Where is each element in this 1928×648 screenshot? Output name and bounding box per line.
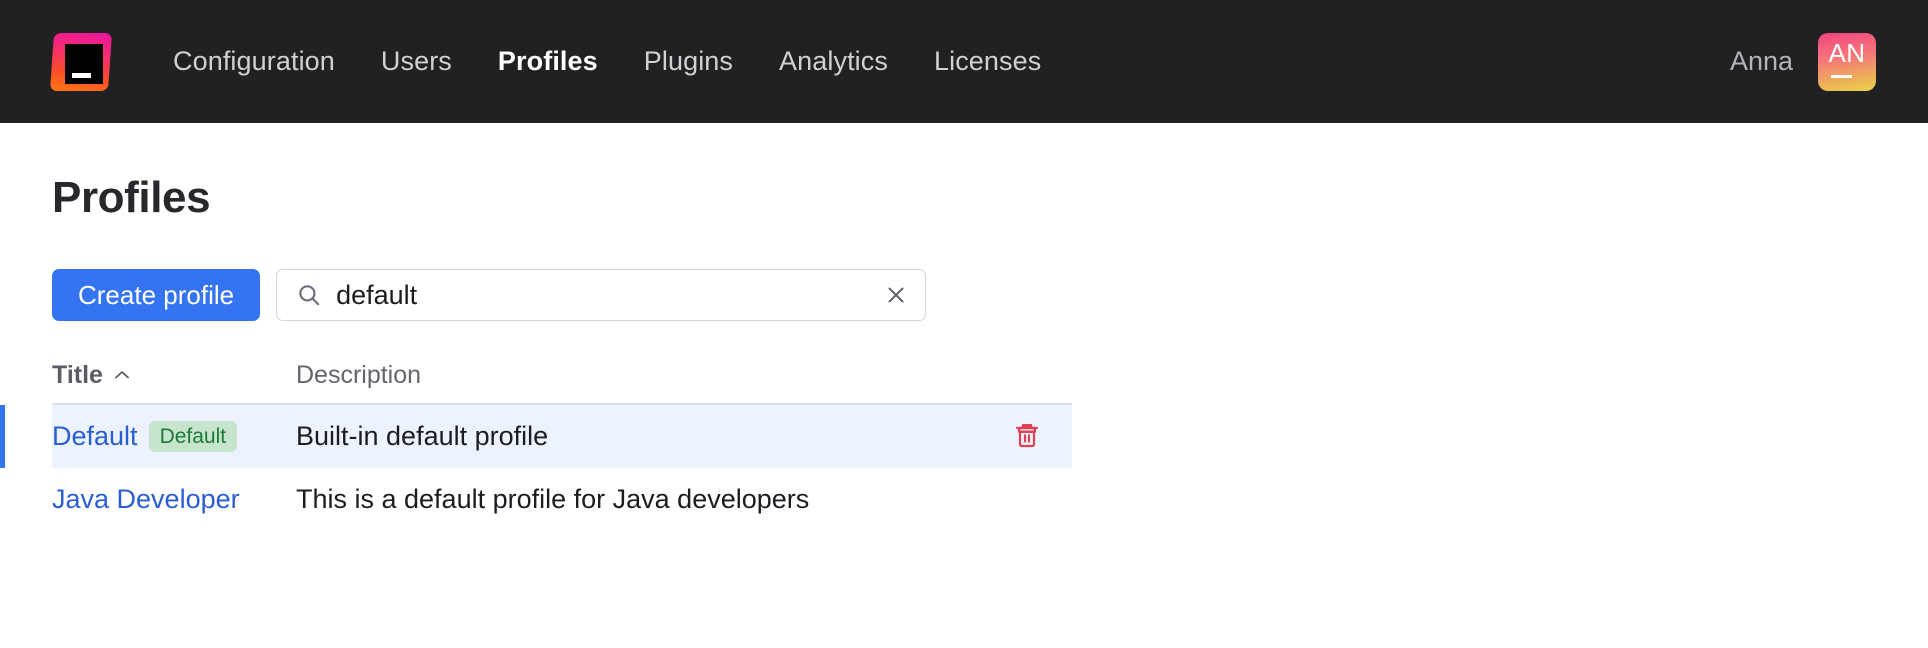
logo-underscore: [72, 73, 91, 78]
nav-item-profiles[interactable]: Profiles: [475, 40, 621, 83]
nav-item-configuration[interactable]: Configuration: [150, 40, 358, 83]
create-profile-button[interactable]: Create profile: [52, 269, 260, 321]
delete-button[interactable]: [1010, 417, 1044, 456]
nav-item-licenses[interactable]: Licenses: [911, 40, 1064, 83]
profile-link-java-developer[interactable]: Java Developer: [52, 484, 240, 515]
trash-icon: [1014, 421, 1040, 452]
avatar-underscore: [1831, 75, 1852, 78]
row-description-cell: This is a default profile for Java devel…: [296, 484, 982, 515]
row-title-cell: Java Developer: [52, 484, 296, 515]
logo-inner-square: [65, 44, 103, 84]
nav-item-analytics[interactable]: Analytics: [756, 40, 911, 83]
user-name-label: Anna: [1730, 46, 1793, 77]
page-content: Profiles Create profile default Ti: [0, 173, 1928, 531]
nav-item-plugins[interactable]: Plugins: [621, 40, 756, 83]
column-header-title[interactable]: Title: [52, 361, 296, 390]
row-actions-cell: [982, 417, 1072, 456]
row-description-cell: Built-in default profile: [296, 421, 982, 452]
page-title: Profiles: [52, 173, 1876, 223]
user-menu[interactable]: Anna AN: [1730, 33, 1876, 91]
row-title-cell: Default Default: [52, 421, 296, 452]
avatar[interactable]: AN: [1818, 33, 1876, 91]
profile-link-default[interactable]: Default: [52, 421, 138, 452]
profiles-table: Title Description Default Default Built-…: [52, 361, 1072, 531]
search-box[interactable]: default: [276, 269, 926, 321]
search-input[interactable]: default: [336, 280, 870, 311]
top-navigation-bar: Configuration Users Profiles Plugins Ana…: [0, 0, 1928, 123]
avatar-initials: AN: [1818, 40, 1876, 66]
table-row[interactable]: Java Developer This is a default profile…: [52, 468, 1072, 531]
column-header-description-label: Description: [296, 361, 421, 390]
sort-ascending-icon: [113, 365, 131, 385]
table-row[interactable]: Default Default Built-in default profile: [52, 405, 1072, 468]
main-nav: Configuration Users Profiles Plugins Ana…: [150, 40, 1064, 83]
status-badge: Default: [149, 421, 238, 452]
column-header-description[interactable]: Description: [296, 361, 982, 390]
close-icon[interactable]: [884, 283, 908, 307]
hub-logo[interactable]: [52, 33, 110, 91]
column-header-title-label: Title: [52, 361, 103, 390]
search-icon: [296, 282, 322, 308]
toolbar: Create profile default: [52, 269, 1876, 321]
nav-item-users[interactable]: Users: [358, 40, 475, 83]
table-header-row: Title Description: [52, 361, 1072, 405]
